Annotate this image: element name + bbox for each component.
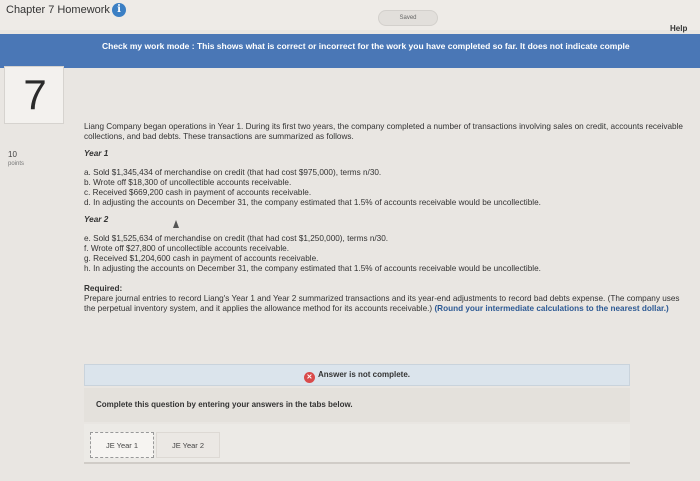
assignment-title: Chapter 7 Homework <box>6 4 110 16</box>
transaction-item: g. Received $1,204,600 cash in payment o… <box>84 254 319 263</box>
transaction-item: a. Sold $1,345,434 of merchandise on cre… <box>84 168 382 177</box>
points-value: 10 <box>8 150 17 159</box>
transaction-item: h. In adjusting the accounts on December… <box>84 264 541 273</box>
x-circle-icon: ✕ <box>303 372 315 383</box>
saved-status-badge: Saved <box>378 10 438 26</box>
transaction-item: b. Wrote off $18,300 of uncollectible ac… <box>84 178 292 187</box>
help-link[interactable]: Help <box>670 24 687 33</box>
info-icon[interactable]: i <box>112 3 126 17</box>
answer-status-text: Answer is not complete. <box>317 370 411 379</box>
check-my-work-text: Check my work mode : This shows what is … <box>102 41 630 51</box>
transaction-item: e. Sold $1,525,634 of merchandise on cre… <box>84 234 389 243</box>
instruction-text: Complete this question by entering your … <box>96 400 353 409</box>
required-heading: Required: <box>84 284 123 293</box>
answer-status-bar: ✕ Answer is not complete. <box>84 364 630 386</box>
question-number: 7 <box>23 71 47 118</box>
rounding-note: (Round your intermediate calculations to… <box>434 304 669 313</box>
transaction-item: f. Wrote off $27,800 of uncollectible ac… <box>84 244 289 253</box>
transaction-item: d. In adjusting the accounts on December… <box>84 198 541 207</box>
question-number-box: 7 <box>4 66 64 124</box>
check-my-work-banner: Check my work mode : This shows what is … <box>0 34 700 68</box>
top-bar: Chapter 7 Homework i Saved Help <box>0 0 700 33</box>
mouse-cursor-icon <box>173 220 179 228</box>
tab-je-year-2[interactable]: JE Year 2 <box>156 432 220 458</box>
transaction-item: c. Received $669,200 cash in payment of … <box>84 188 312 197</box>
year1-heading: Year 1 <box>84 149 109 158</box>
tab-je-year-1[interactable]: JE Year 1 <box>90 432 154 458</box>
points-label: points <box>8 161 25 167</box>
required-text: Prepare journal entries to record Liang'… <box>84 294 689 314</box>
answer-tabs: JE Year 1 JE Year 2 <box>84 424 630 464</box>
question-intro: Liang Company began operations in Year 1… <box>84 122 683 141</box>
question-body: Liang Company began operations in Year 1… <box>84 122 689 314</box>
instruction-bar: Complete this question by entering your … <box>84 388 630 422</box>
